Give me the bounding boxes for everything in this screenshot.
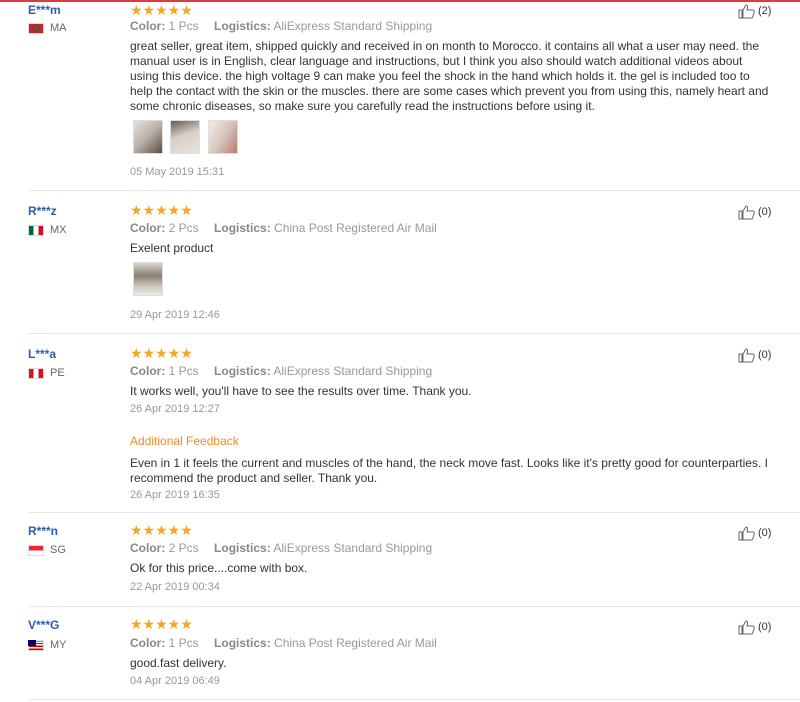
logistics-label: Logistics: bbox=[214, 364, 271, 378]
star-rating: ★★★★★ bbox=[130, 202, 193, 218]
logistics-label: Logistics: bbox=[214, 636, 271, 650]
order-info: Color: 1 Pcs Logistics: AliExpress Stand… bbox=[130, 364, 444, 378]
thumbs-up-icon bbox=[738, 526, 755, 541]
logistics-value: China Post Registered Air Mail bbox=[274, 636, 437, 650]
reviewer-country: MY bbox=[28, 639, 67, 651]
star-rating: ★★★★★ bbox=[130, 2, 193, 18]
review-date: 05 May 2019 15:31 bbox=[130, 166, 225, 178]
logistics-label: Logistics: bbox=[214, 541, 271, 555]
reviewer-country: MX bbox=[28, 224, 67, 236]
helpful-count: (2) bbox=[758, 5, 772, 17]
logistics-value: AliExpress Standard Shipping bbox=[273, 19, 433, 33]
order-info: Color: 2 Pcs Logistics: China Post Regis… bbox=[130, 221, 449, 235]
star-rating: ★★★★★ bbox=[130, 616, 193, 632]
star-rating: ★★★★★ bbox=[130, 345, 193, 361]
reviewer-country: SG bbox=[28, 544, 66, 556]
reviewer-country: MA bbox=[28, 22, 67, 34]
color-value: 1 Pcs bbox=[168, 19, 199, 33]
flag-icon bbox=[28, 639, 44, 651]
review-date: 04 Apr 2019 06:49 bbox=[130, 675, 220, 687]
helpful-button[interactable]: (0) bbox=[738, 204, 771, 220]
reviewer-name[interactable]: V***G bbox=[28, 618, 59, 632]
reviewer-name[interactable]: E***m bbox=[28, 3, 61, 17]
helpful-button[interactable]: (0) bbox=[738, 619, 771, 635]
color-value: 2 Pcs bbox=[168, 221, 199, 235]
helpful-button[interactable]: (0) bbox=[738, 525, 771, 541]
additional-feedback-date: 26 Apr 2019 16:35 bbox=[130, 489, 220, 501]
order-info: Color: 1 Pcs Logistics: China Post Regis… bbox=[130, 636, 449, 650]
helpful-count: (0) bbox=[758, 621, 772, 633]
review-date: 22 Apr 2019 00:34 bbox=[130, 581, 220, 593]
logistics-value: AliExpress Standard Shipping bbox=[273, 541, 433, 555]
color-label: Color: bbox=[130, 19, 166, 33]
additional-feedback-text: Even in 1 it feels the current and muscl… bbox=[130, 456, 768, 485]
country-code: MA bbox=[50, 22, 67, 34]
thumbs-up-icon bbox=[738, 620, 755, 635]
country-code: PE bbox=[50, 367, 65, 379]
review-text: great seller, great item, shipped quickl… bbox=[130, 39, 769, 113]
review-text: It works well, you'll have to see the re… bbox=[130, 384, 472, 398]
review-text: Ok for this price....come with box. bbox=[130, 561, 308, 575]
helpful-button[interactable]: (0) bbox=[738, 347, 771, 363]
flag-icon bbox=[28, 22, 44, 34]
reviewer-name[interactable]: L***a bbox=[28, 347, 56, 361]
review-date: 26 Apr 2019 12:27 bbox=[130, 403, 220, 415]
flag-icon bbox=[28, 367, 44, 379]
helpful-count: (0) bbox=[758, 349, 772, 361]
divider bbox=[28, 606, 800, 607]
flag-icon bbox=[28, 224, 44, 236]
divider bbox=[28, 333, 800, 334]
color-label: Color: bbox=[130, 221, 166, 235]
country-code: MX bbox=[50, 224, 67, 236]
top-accent-bar bbox=[0, 0, 800, 2]
reviewer-country: PE bbox=[28, 367, 65, 379]
logistics-label: Logistics: bbox=[214, 221, 271, 235]
color-value: 2 Pcs bbox=[168, 541, 199, 555]
flag-icon bbox=[28, 544, 44, 556]
logistics-value: AliExpress Standard Shipping bbox=[273, 364, 433, 378]
divider bbox=[28, 512, 800, 513]
country-code: SG bbox=[50, 544, 66, 556]
review-date: 29 Apr 2019 12:46 bbox=[130, 309, 220, 321]
review-photo[interactable] bbox=[133, 120, 163, 154]
review-photo[interactable] bbox=[170, 120, 200, 154]
thumbs-up-icon bbox=[738, 4, 755, 19]
helpful-count: (0) bbox=[758, 527, 772, 539]
color-label: Color: bbox=[130, 541, 166, 555]
logistics-label: Logistics: bbox=[214, 19, 271, 33]
thumbs-up-icon bbox=[738, 348, 755, 363]
color-value: 1 Pcs bbox=[168, 364, 199, 378]
divider bbox=[28, 699, 800, 700]
review-text: good.fast delivery. bbox=[130, 656, 227, 670]
review-photo[interactable] bbox=[208, 120, 238, 154]
color-label: Color: bbox=[130, 364, 166, 378]
star-rating: ★★★★★ bbox=[130, 522, 193, 538]
additional-feedback-label: Additional Feedback bbox=[130, 434, 239, 448]
order-info: Color: 2 Pcs Logistics: AliExpress Stand… bbox=[130, 541, 444, 555]
color-label: Color: bbox=[130, 636, 166, 650]
reviewer-name[interactable]: R***z bbox=[28, 204, 57, 218]
review-photo[interactable] bbox=[133, 262, 163, 296]
color-value: 1 Pcs bbox=[168, 636, 199, 650]
order-info: Color: 1 Pcs Logistics: AliExpress Stand… bbox=[130, 19, 444, 33]
review-text: Exelent product bbox=[130, 241, 214, 255]
divider bbox=[28, 190, 800, 191]
logistics-value: China Post Registered Air Mail bbox=[274, 221, 437, 235]
helpful-button[interactable]: (2) bbox=[738, 3, 771, 19]
helpful-count: (0) bbox=[758, 206, 772, 218]
reviewer-name[interactable]: R***n bbox=[28, 524, 58, 538]
country-code: MY bbox=[50, 639, 67, 651]
thumbs-up-icon bbox=[738, 205, 755, 220]
